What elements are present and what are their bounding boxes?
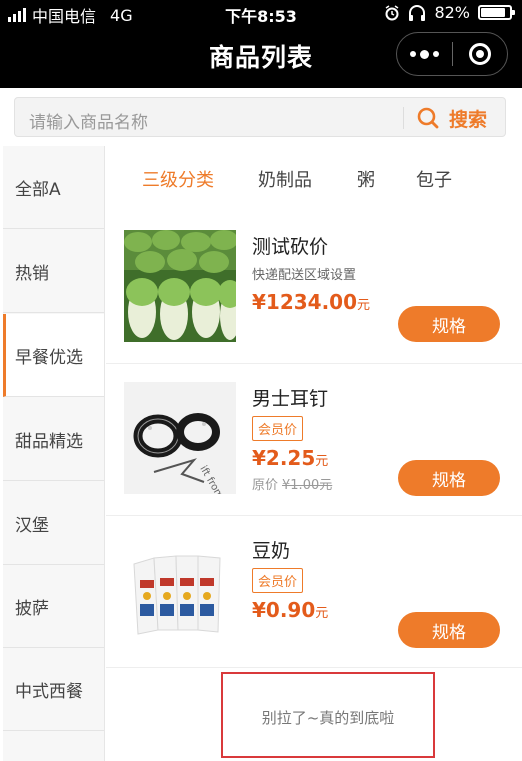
end-of-list-highlight: 别拉了~真的到底啦: [221, 672, 435, 758]
sidebar-item-chinese-western[interactable]: 中式西餐: [3, 648, 104, 731]
subcategory-tabs: 三级分类 奶制品 粥 包子: [106, 146, 522, 212]
sidebar-item-pizza[interactable]: 披萨: [3, 565, 104, 648]
sidebar-item-all[interactable]: 全部A: [3, 146, 104, 229]
target-icon: [468, 43, 491, 65]
product-item[interactable]: ift from m 男士耳钉 会员价 ¥2.25元 原价 ¥1.00元 规格: [106, 364, 522, 516]
member-price-badge: 会员价: [252, 416, 304, 441]
sidebar-item-dessert[interactable]: 甜品精选: [3, 398, 104, 481]
member-price-badge: 会员价: [252, 568, 304, 593]
sidebar-item-breakfast[interactable]: 早餐优选: [3, 314, 104, 397]
search-button-label: 搜索: [449, 108, 488, 131]
price-unit: 元: [315, 454, 329, 469]
product-price: ¥0.90元: [252, 598, 328, 622]
more-dot-icon: [432, 51, 439, 57]
product-price-value: ¥1234.00: [252, 290, 358, 314]
battery-percent: 82%: [434, 3, 470, 22]
spec-button[interactable]: 规格: [398, 460, 500, 496]
product-name: 测试砍价: [252, 236, 329, 258]
product-name: 男士耳钉: [252, 388, 329, 410]
tab-porridge[interactable]: 粥: [357, 166, 375, 192]
product-item[interactable]: 测试砍价 快递配送区域设置 ¥1234.00元 规格: [106, 212, 522, 364]
product-price: ¥2.25元: [252, 446, 328, 470]
product-image-cabbage: [124, 230, 236, 342]
mini-program-capsule: [396, 32, 508, 76]
search-icon: [417, 107, 439, 129]
headphones-icon: [409, 4, 426, 21]
search-bar: 请输入商品名称 搜索: [0, 88, 522, 145]
battery-icon: [478, 5, 515, 20]
top-bar: 中国电信 4G 下午8:53 82% 商品列表: [0, 0, 522, 88]
more-dot-icon: [409, 51, 416, 57]
end-of-list-text: 别拉了~真的到底啦: [261, 709, 395, 727]
price-unit: 元: [315, 606, 329, 621]
original-price-label: 原价: [252, 478, 279, 493]
search-input[interactable]: 请输入商品名称: [29, 108, 148, 133]
tab-dairy[interactable]: 奶制品: [258, 166, 312, 192]
original-price: 原价 ¥1.00元: [252, 474, 332, 493]
tab-buns[interactable]: 包子: [416, 166, 452, 192]
category-sidebar: 全部A 热销 早餐优选 甜品精选 汉堡 披萨 中式西餐: [3, 146, 105, 761]
spec-button[interactable]: 规格: [398, 612, 500, 648]
product-image-earrings: ift from m: [124, 382, 236, 494]
sidebar-item-hot[interactable]: 热销: [3, 230, 104, 313]
sidebar-item-burger[interactable]: 汉堡: [3, 482, 104, 565]
price-unit: 元: [357, 298, 371, 313]
more-button[interactable]: [397, 33, 452, 75]
alarm-icon: [385, 4, 399, 20]
product-item[interactable]: 豆奶 会员价 ¥0.90元 规格: [106, 516, 522, 668]
product-name: 豆奶: [252, 540, 291, 562]
more-dot-icon: [419, 49, 429, 59]
product-price-value: ¥2.25: [252, 446, 316, 470]
product-price-value: ¥0.90: [252, 598, 316, 622]
tab-level3[interactable]: 三级分类: [142, 166, 214, 192]
search-button[interactable]: 搜索: [417, 98, 507, 138]
product-price: ¥1234.00元: [252, 290, 370, 314]
spec-button[interactable]: 规格: [398, 306, 500, 342]
status-bar: 中国电信 4G 下午8:53 82%: [0, 0, 522, 26]
product-subtitle: 快递配送区域设置: [252, 268, 357, 283]
status-right: 82%: [384, 3, 515, 22]
search-box: 请输入商品名称 搜索: [14, 97, 506, 137]
product-image-soymilk: [124, 534, 236, 646]
search-divider: [403, 107, 404, 129]
original-price-value: ¥1.00元: [282, 478, 333, 493]
close-button[interactable]: [453, 33, 508, 75]
